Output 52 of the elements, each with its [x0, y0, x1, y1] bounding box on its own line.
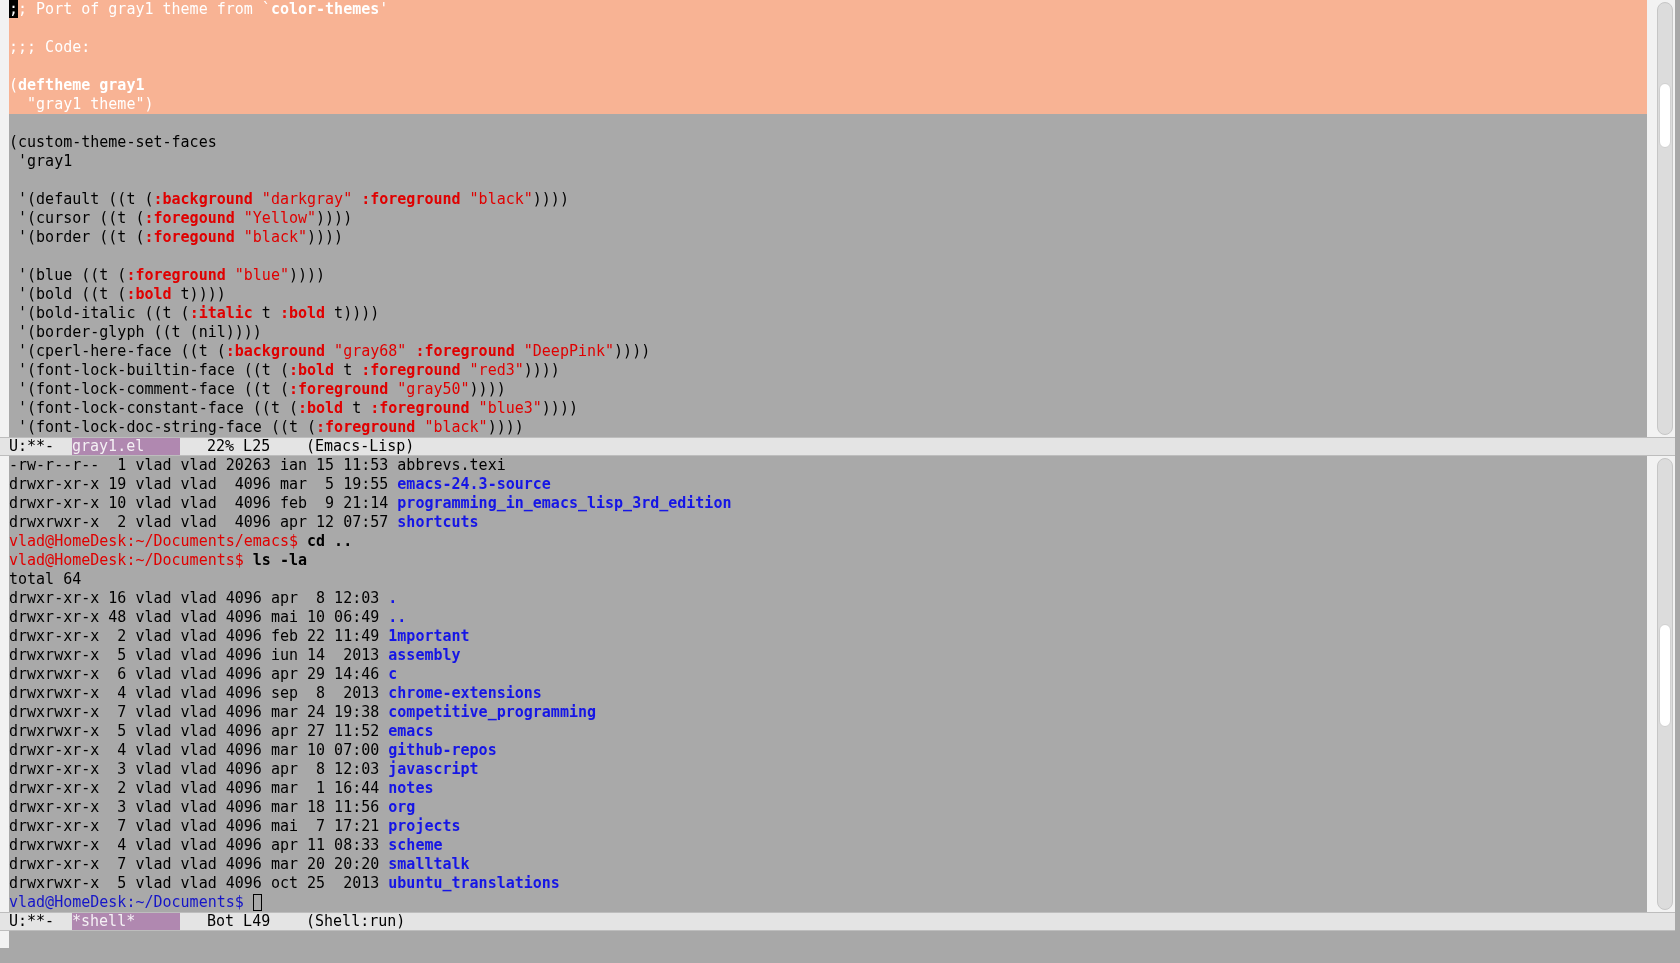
terminal-line: drwxr-xr-x 16 vlad vlad 4096 apr 8 12:03 .: [9, 589, 399, 608]
major-mode: (Emacs-Lisp): [306, 438, 415, 455]
buffer-name[interactable]: gray1.el: [72, 438, 180, 455]
terminal-line: drwxrwxr-x 7 vlad vlad 4096 mar 24 19:38 competitive_programming: [9, 703, 597, 722]
terminal-line: vlad@HomeDesk:~/Documents$ ls -la: [9, 551, 309, 570]
code-line: '(border-glyph ((t (nil)))): [17, 323, 263, 342]
code-line: '(cursor ((t (:foregound "Yellow")))): [17, 209, 354, 228]
terminal-line: drwxrwxr-x 2 vlad vlad 4096 apr 12 07:57 shortcuts: [9, 513, 480, 532]
buffer-state: U:**-: [9, 438, 56, 455]
terminal-line: drwxr-xr-x 2 vlad vlad 4096 feb 22 11:49 1mportant: [9, 627, 471, 646]
code-line: '(cperl-here-face ((t (:background "gray68" :foreground "DeepPink")))): [17, 342, 652, 361]
scrollbar-track[interactable]: [1657, 2, 1673, 435]
buffer-position: Bot L49: [207, 913, 272, 930]
code-line: (custom-theme-set-faces: [9, 133, 218, 152]
code-line: '(bold-italic ((t (:italic t :bold t)))): [17, 304, 381, 323]
buffer-name[interactable]: *shell*: [72, 913, 180, 930]
terminal-line: drwxr-xr-x 2 vlad vlad 4096 mar 1 16:44 notes: [9, 779, 435, 798]
terminal-line: drwxrwxr-x 4 vlad vlad 4096 apr 11 08:33 scheme: [9, 836, 444, 855]
major-mode: (Shell:run): [306, 913, 406, 930]
scrollbar-thumb[interactable]: [1659, 83, 1671, 148]
terminal-line: drwxrwxr-x 6 vlad vlad 4096 apr 29 14:46 c: [9, 665, 399, 684]
scrollbar-track[interactable]: [1657, 458, 1673, 910]
terminal-line: drwxr-xr-x 7 vlad vlad 4096 mar 20 20:20 smalltalk: [9, 855, 471, 874]
terminal-line: drwxr-xr-x 7 vlad vlad 4096 mai 7 17:21 projects: [9, 817, 462, 836]
terminal-line: drwxrwxr-x 5 vlad vlad 4096 apr 27 11:52 emacs: [9, 722, 435, 741]
terminal-line: vlad@HomeDesk:~/Documents$: [9, 893, 244, 912]
code-line: '(font-lock-comment-face ((t (:foreground "gray50")))): [17, 380, 507, 399]
code-line: '(border ((t (:foregound "black")))): [17, 228, 345, 247]
terminal-line: drwxrwxr-x 5 vlad vlad 4096 oct 25 2013 ubuntu_translations: [9, 874, 561, 893]
code-line: '(font-lock-doc-string-face ((t (:foreground "black")))): [17, 418, 525, 437]
terminal-line: total 64: [9, 570, 83, 589]
code-line: '(font-lock-constant-face ((t (:bold t :foreground "blue3")))): [17, 399, 579, 418]
code-line: '(bold ((t (:bold t)))): [17, 285, 227, 304]
terminal-line: -rw-r--r-- 1 vlad vlad 20263 ian 15 11:53 abbrevs.texi: [9, 456, 507, 475]
terminal-line: drwxrwxr-x 5 vlad vlad 4096 iun 14 2013 assembly: [9, 646, 462, 665]
terminal-line: drwxr-xr-x 19 vlad vlad 4096 mar 5 19:55 emacs-24.3-source: [9, 475, 552, 494]
terminal-line: drwxr-xr-x 3 vlad vlad 4096 mar 18 11:56 org: [9, 798, 417, 817]
terminal-line: drwxr-xr-x 3 vlad vlad 4096 apr 8 12:03 javascript: [9, 760, 480, 779]
code-line: '(blue ((t (:foreground "blue")))): [17, 266, 327, 285]
text-cursor: [252, 894, 262, 911]
scrollbar-thumb[interactable]: [1659, 624, 1671, 727]
code-line: '(font-lock-builtin-face ((t (:bold t :foreground "red3")))): [17, 361, 561, 380]
terminal-line: drwxrwxr-x 4 vlad vlad 4096 sep 8 2013 chrome-extensions: [9, 684, 543, 703]
terminal-line: drwxr-xr-x 10 vlad vlad 4096 feb 9 21:14 programming_in_emacs_lisp_3rd_edition: [9, 494, 733, 513]
buffer-position: 22% L25: [207, 438, 272, 455]
buffer-state: U:**-: [9, 913, 56, 930]
terminal-line: drwxr-xr-x 4 vlad vlad 4096 mar 10 07:00 github-repos: [9, 741, 498, 760]
terminal-line: vlad@HomeDesk:~/Documents/emacs$ cd ..: [9, 532, 354, 551]
terminal-line: drwxr-xr-x 48 vlad vlad 4096 mai 10 06:49 ..: [9, 608, 408, 627]
code-line: '(default ((t (:background "darkgray" :foreground "black")))): [17, 190, 570, 209]
echo-area-fringe: [0, 931, 9, 948]
code-line: 'gray1: [17, 152, 74, 171]
